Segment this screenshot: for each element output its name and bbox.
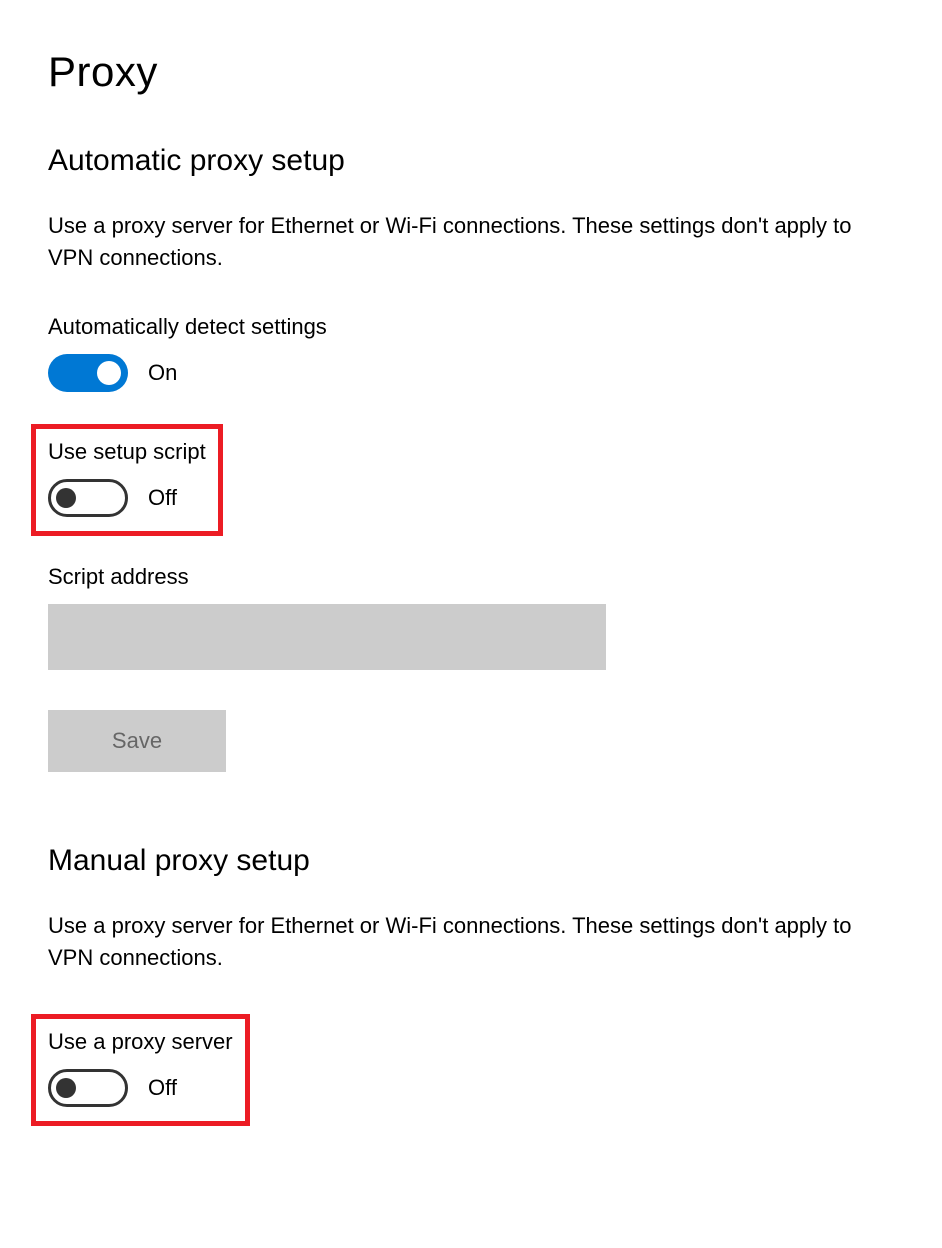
script-address-setting: Script address <box>48 564 894 670</box>
setup-script-label: Use setup script <box>48 439 206 465</box>
setup-script-highlight: Use setup script Off <box>31 424 223 536</box>
use-proxy-label: Use a proxy server <box>48 1029 233 1055</box>
manual-proxy-description: Use a proxy server for Ethernet or Wi-Fi… <box>48 910 888 974</box>
use-proxy-state: Off <box>148 1075 177 1101</box>
script-address-input[interactable] <box>48 604 606 670</box>
auto-detect-setting: Automatically detect settings On <box>48 314 894 392</box>
setup-script-toggle[interactable] <box>48 479 128 517</box>
manual-proxy-heading: Manual proxy setup <box>48 844 894 878</box>
toggle-knob-icon <box>56 488 76 508</box>
page-title: Proxy <box>48 48 894 96</box>
script-address-label: Script address <box>48 564 894 590</box>
use-proxy-highlight: Use a proxy server Off <box>31 1014 250 1126</box>
automatic-proxy-description: Use a proxy server for Ethernet or Wi-Fi… <box>48 210 888 274</box>
toggle-knob-icon <box>56 1078 76 1098</box>
auto-detect-label: Automatically detect settings <box>48 314 894 340</box>
save-button[interactable]: Save <box>48 710 226 772</box>
automatic-proxy-heading: Automatic proxy setup <box>48 144 894 178</box>
setup-script-state: Off <box>148 485 177 511</box>
use-proxy-toggle[interactable] <box>48 1069 128 1107</box>
auto-detect-toggle[interactable] <box>48 354 128 392</box>
toggle-knob-icon <box>97 361 121 385</box>
auto-detect-state: On <box>148 360 177 386</box>
